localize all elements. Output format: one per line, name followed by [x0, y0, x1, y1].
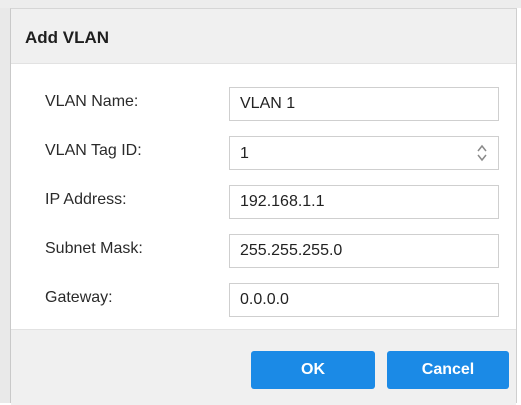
- vlan-name-row: VLAN Name:: [21, 83, 510, 123]
- gateway-row: Gateway:: [21, 279, 510, 319]
- cancel-button[interactable]: Cancel: [387, 351, 509, 389]
- dialog-title: Add VLAN: [25, 28, 110, 47]
- vlan-tag-id-row: VLAN Tag ID: 1: [21, 132, 510, 172]
- vlan-name-label: VLAN Name:: [45, 93, 139, 110]
- vlan-name-input[interactable]: [229, 87, 499, 121]
- dialog-footer: OK Cancel: [11, 329, 516, 405]
- subnet-mask-label: Subnet Mask:: [45, 240, 143, 257]
- gateway-label: Gateway:: [45, 289, 113, 306]
- dialog-body: VLAN Name: VLAN Tag ID: 1 IP Address: Su…: [21, 67, 510, 327]
- backdrop: [0, 0, 10, 403]
- dialog-titlebar: Add VLAN: [11, 9, 516, 64]
- up-down-stepper-icon[interactable]: [476, 143, 488, 163]
- ip-address-input[interactable]: [229, 185, 499, 219]
- subnet-mask-input[interactable]: [229, 234, 499, 268]
- vlan-tag-id-stepper[interactable]: 1: [229, 136, 499, 170]
- subnet-mask-row: Subnet Mask:: [21, 230, 510, 270]
- ip-address-label: IP Address:: [45, 191, 127, 208]
- vlan-tag-id-label: VLAN Tag ID:: [45, 142, 142, 159]
- vlan-tag-id-value: 1: [240, 145, 249, 162]
- ok-button[interactable]: OK: [251, 351, 375, 389]
- add-vlan-dialog: Add VLAN VLAN Name: VLAN Tag ID: 1 IP Ad…: [10, 8, 517, 405]
- backdrop-top: [0, 0, 521, 8]
- ip-address-row: IP Address:: [21, 181, 510, 221]
- gateway-input[interactable]: [229, 283, 499, 317]
